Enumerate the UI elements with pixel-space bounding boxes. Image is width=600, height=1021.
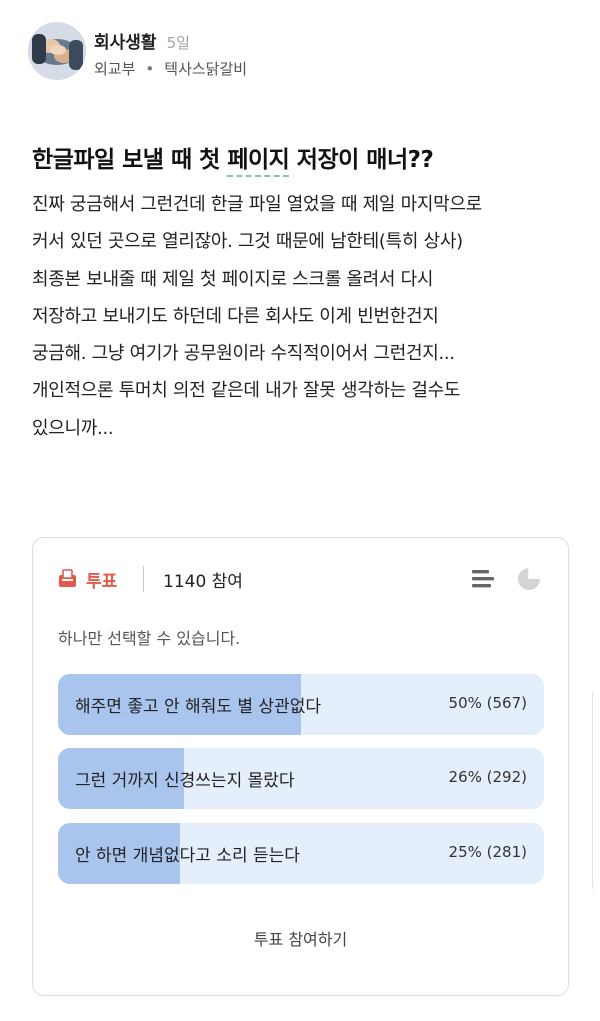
poll-instruction: 하나만 선택할 수 있습니다. [58, 629, 241, 648]
post-title: 한글파일 보낼 때 첫 페이지 저장이 매너?? [32, 140, 572, 177]
body-line: 진짜 궁금해서 그런건데 한글 파일 열었을 때 제일 마지막으로 [32, 194, 482, 215]
option-label: 해주면 좋고 안 해줘도 별 상관없다 [75, 697, 321, 717]
option-result: 26% (292) [448, 768, 527, 786]
avatar-image [28, 22, 86, 80]
option-result: 25% (281) [448, 843, 527, 861]
title-part-1: 한글파일 보낼 때 첫 [32, 147, 228, 173]
avatar[interactable] [28, 22, 86, 80]
ballot-box-icon [59, 569, 76, 587]
body-line: 있으니까... [32, 417, 114, 439]
body-line: 저장하고 보내기도 하던데 다른 회사도 이게 빈번한건지 [32, 305, 439, 327]
poll-option[interactable]: 해주면 좋고 안 해줘도 별 상관없다 50% (567) [58, 674, 544, 735]
option-label: 안 하면 개념없다고 소리 듣는다 [75, 846, 300, 866]
post-body: 진짜 궁금해서 그런건데 한글 파일 열었을 때 제일 마지막으로 커서 있던 … [32, 186, 577, 447]
header-divider [143, 566, 144, 592]
author-meta: 외교부 • 텍사스닭갈비 [94, 58, 247, 79]
body-line: 개인적으론 투머치 의전 같은데 내가 잘못 생각하는 걸수도 [32, 380, 461, 402]
body-line: 궁금해. 그냥 여기가 공무원이라 수직적이어서 그런건지... [32, 343, 455, 365]
post-header: 회사생활 5일 외교부 • 텍사스닭갈비 [28, 22, 548, 86]
option-label: 그런 거까지 신경쓰는지 몰랐다 [75, 771, 295, 791]
author-name[interactable]: 회사생활 [94, 33, 157, 53]
list-view-icon[interactable] [472, 569, 494, 589]
title-linked-word[interactable]: 페이지 [227, 147, 290, 177]
title-part-2: 저장이 매너?? [289, 147, 434, 173]
participant-count: 1140 참여 [163, 572, 243, 592]
poll-option[interactable]: 안 하면 개념없다고 소리 듣는다 25% (281) [58, 823, 544, 884]
poll-type-label: 투표 [86, 572, 118, 592]
author-row: 회사생활 5일 [94, 28, 190, 53]
author-org: 외교부 [94, 60, 136, 78]
body-line: 최종본 보내줄 때 제일 첫 페이지로 스크롤 올려서 다시 [32, 268, 434, 290]
poll-option[interactable]: 그런 거까지 신경쓰는지 몰랐다 26% (292) [58, 748, 544, 809]
poll-card: 투표 1140 참여 하나만 선택할 수 있습니다. 해주면 좋고 안 해줘도 … [32, 537, 569, 996]
poll-header: 투표 1140 참여 [58, 564, 543, 594]
post-time: 5일 [166, 34, 190, 52]
vote-button[interactable]: 투표 참여하기 [33, 926, 568, 950]
meta-separator: • [145, 60, 155, 78]
option-result: 50% (567) [448, 694, 527, 712]
author-nickname: 텍사스닭갈비 [164, 60, 248, 78]
scrollbar[interactable] [592, 690, 600, 890]
body-line: 커서 있던 곳으로 열리잖아. 그것 때문에 남한테(특히 상사) [32, 231, 463, 253]
pie-chart-icon[interactable] [517, 567, 541, 591]
